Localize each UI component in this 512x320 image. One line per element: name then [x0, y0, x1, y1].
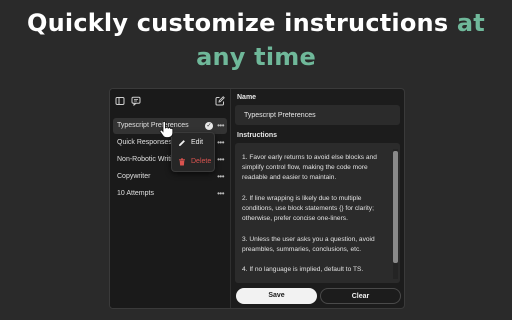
pencil-icon: [178, 139, 186, 147]
instructions-textarea[interactable]: 1. Favor early returns to avoid else blo…: [235, 143, 400, 283]
instructions-label: Instructions: [237, 132, 278, 139]
trash-icon: [178, 158, 186, 166]
active-check-icon: ✓: [205, 122, 213, 130]
name-label: Name: [237, 94, 257, 101]
menu-item-edit-label: Edit: [191, 139, 204, 146]
instructions-text: 1. Favor early returns to avoid else blo…: [242, 154, 377, 274]
sidebar-item-label: Typescript Preferences: [117, 122, 189, 129]
more-options-icon[interactable]: •••: [217, 118, 224, 134]
headline-accent-2: any time: [196, 43, 316, 71]
sidebar-item-label: Copywriter: [117, 173, 151, 180]
hand-cursor-icon: [158, 120, 174, 139]
sidebar-item-label: Quick Responses: [117, 139, 172, 146]
clear-button[interactable]: Clear: [320, 288, 401, 304]
more-options-icon[interactable]: •••: [217, 135, 224, 151]
context-menu: Edit Delete: [171, 132, 215, 172]
chat-icon[interactable]: [131, 96, 141, 106]
headline-line-1: Quickly customize instructions: [27, 9, 449, 37]
headline: Quickly customize instructions at any ti…: [0, 6, 512, 74]
sidebar-item-10-attempts[interactable]: 10 Attempts •••: [113, 186, 227, 202]
name-input[interactable]: [235, 105, 400, 125]
scrollbar-thumb[interactable]: [393, 151, 398, 263]
headline-accent-1: at: [456, 9, 485, 37]
sidebar-toggle-icon[interactable]: [115, 96, 125, 106]
menu-item-delete-label: Delete: [191, 158, 212, 165]
more-options-icon[interactable]: •••: [217, 169, 224, 185]
more-options-icon[interactable]: •••: [217, 186, 224, 202]
save-button[interactable]: Save: [236, 288, 317, 304]
new-prompt-icon[interactable]: [215, 96, 225, 106]
sidebar-item-label: 10 Attempts: [117, 190, 154, 197]
more-options-icon[interactable]: •••: [217, 152, 224, 168]
